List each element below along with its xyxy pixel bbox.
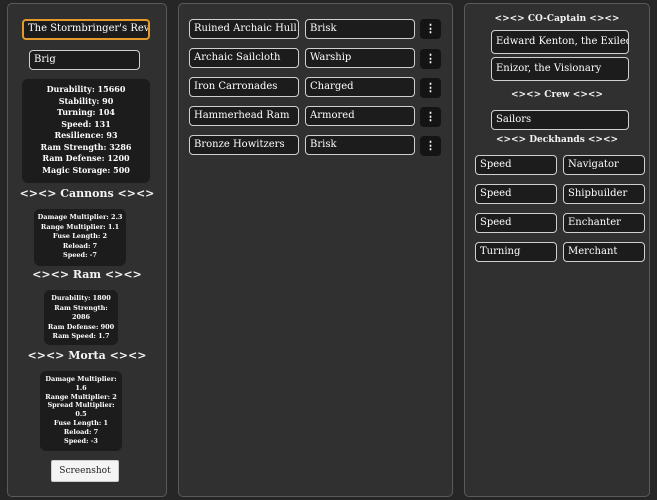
component-modifier-field[interactable]: Armored (305, 106, 415, 126)
cannons-heading: <><> Cannons <><> (19, 187, 155, 200)
ship-stat: Turning: 104 (57, 107, 115, 117)
ship-stat: Speed: 131 (61, 118, 111, 129)
component-part-field[interactable]: Iron Carronades (189, 77, 299, 97)
component-modifier-field[interactable]: Charged (305, 77, 415, 97)
screenshot-button[interactable]: Screenshot (51, 460, 119, 482)
cannon-stat: Speed: -7 (63, 251, 97, 259)
co-captain-field[interactable]: Enizor, the Visionary (491, 57, 629, 81)
cannon-stat: Reload: 7 (62, 241, 98, 250)
ram-stat: Durability: 1800 (51, 294, 111, 302)
more-options-icon[interactable]: ⋮ (420, 136, 441, 156)
ship-name-field[interactable]: The Stormbringer's Revenge (22, 19, 150, 40)
ship-stat: Magic Storage: 500 (42, 164, 130, 175)
deckhand-trait-field[interactable]: Speed (475, 155, 557, 175)
ship-summary-panel: The Stormbringer's Revenge Brig Durabili… (7, 3, 167, 497)
component-part-field[interactable]: Bronze Howitzers (189, 135, 299, 155)
ram-stat: Ram Speed: 1.7 (52, 332, 110, 340)
morta-heading: <><> Morta <><> (27, 349, 147, 362)
morta-stat: Damage Multiplier: (45, 375, 117, 383)
deckhand-trait-field[interactable]: Turning (475, 242, 557, 262)
ship-stat: Ram Defense: 1200 (42, 153, 130, 163)
ship-stat: Durability: 15660 (46, 84, 126, 94)
deckhand-role-field[interactable]: Shipbuilder (563, 184, 645, 204)
crew-panel: <><> CO-Captain <><> Edward Kenton, the … (464, 3, 650, 497)
co-captain-field[interactable]: Edward Kenton, the Exiled Captain (491, 30, 629, 54)
deckhand-role-field[interactable]: Enchanter (563, 213, 645, 233)
more-options-icon[interactable]: ⋮ (420, 78, 441, 98)
morta-stat: Reload: 7 (63, 427, 99, 436)
ship-stats-box: Durability: 15660 Stability: 90 Turning:… (22, 79, 150, 183)
morta-stat: Fuse Length: 1 (53, 418, 109, 427)
cannon-stat: Fuse Length: 2 (52, 232, 108, 240)
morta-stat: Spread Multiplier: (47, 401, 115, 410)
morta-stat: 1.6 (75, 383, 87, 392)
ship-stat: Stability: 90 (58, 95, 114, 106)
ship-class-field[interactable]: Brig (29, 50, 140, 70)
component-part-field[interactable]: Ruined Archaic Hull (189, 19, 299, 39)
ship-stat: Ram Strength: 3286 (40, 141, 132, 152)
components-panel: Ruined Archaic Hull Brisk ⋮ Archaic Sail… (178, 3, 453, 497)
component-part-field[interactable]: Archaic Sailcloth (189, 48, 299, 68)
ram-stats-box: Durability: 1800 Ram Strength: 2086 Ram … (44, 290, 118, 345)
crew-field[interactable]: Sailors (491, 110, 629, 130)
morta-stat: Speed: -3 (64, 436, 98, 445)
ram-heading: <><> Ram <><> (32, 268, 142, 281)
morta-stat: Range Multiplier: 2 (45, 392, 117, 401)
deckhand-trait-field[interactable]: Speed (475, 184, 557, 204)
ship-stat: Resilience: 93 (54, 130, 118, 140)
deckhand-role-field[interactable]: Merchant (563, 242, 645, 262)
more-options-icon[interactable]: ⋮ (420, 49, 441, 69)
component-part-field[interactable]: Hammerhead Ram (189, 106, 299, 126)
ram-stat: 2086 (71, 313, 91, 321)
deckhand-role-field[interactable]: Navigator (563, 155, 645, 175)
cannons-stats-box: Damage Multiplier: 2.3 Range Multiplier:… (34, 209, 126, 266)
more-options-icon[interactable]: ⋮ (420, 107, 441, 127)
morta-stats-box: Damage Multiplier: 1.6 Range Multiplier:… (40, 371, 122, 451)
component-modifier-field[interactable]: Brisk (305, 19, 415, 39)
deckhand-trait-field[interactable]: Speed (475, 213, 557, 233)
component-modifier-field[interactable]: Warship (305, 48, 415, 68)
deckhands-heading: <><> Deckhands <><> (495, 135, 619, 145)
more-options-icon[interactable]: ⋮ (420, 19, 441, 39)
component-modifier-field[interactable]: Brisk (305, 135, 415, 155)
cannon-stat: Damage Multiplier: 2.3 (37, 213, 123, 221)
morta-stat: 0.5 (75, 410, 87, 419)
co-captain-heading: <><> CO-Captain <><> (494, 14, 620, 24)
crew-heading: <><> Crew <><> (511, 90, 603, 100)
ram-stat: Ram Strength: (54, 303, 108, 312)
cannon-stat: Range Multiplier: 1.1 (40, 222, 120, 231)
ram-stat: Ram Defense: 900 (47, 322, 115, 331)
